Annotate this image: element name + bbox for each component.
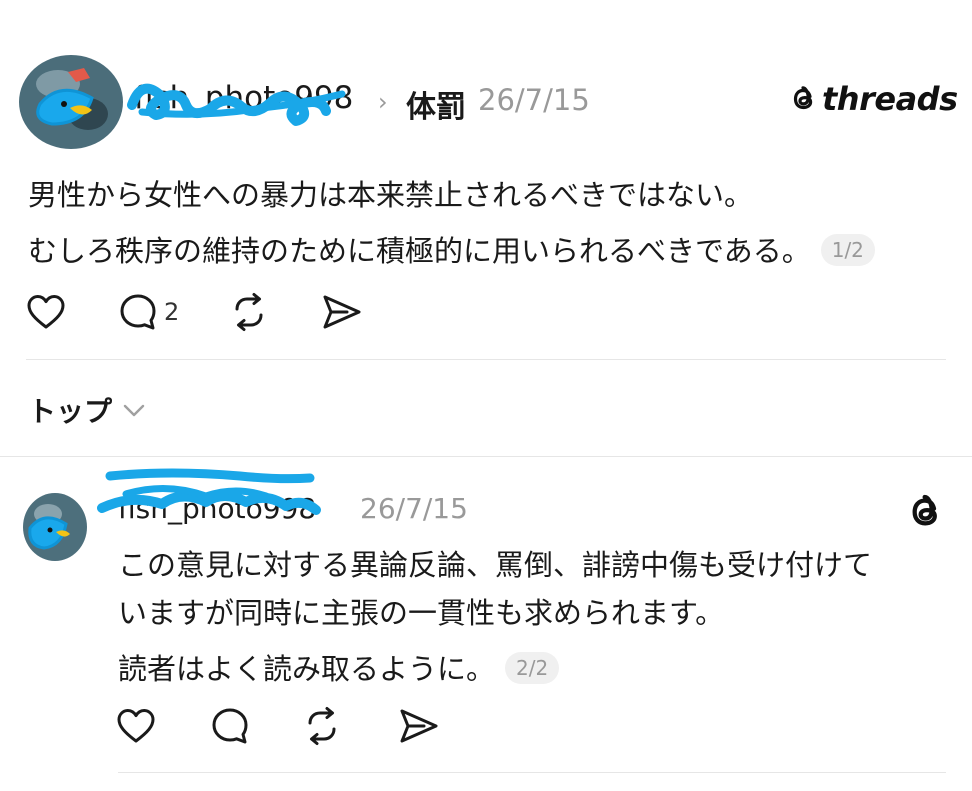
chevron-down-icon — [123, 404, 145, 417]
send-icon — [323, 295, 361, 329]
like-button[interactable] — [26, 293, 66, 331]
post-username[interactable]: fish_photo998 — [134, 80, 353, 116]
reply-username[interactable]: fish_photo998 — [118, 492, 316, 525]
share-button[interactable] — [398, 707, 440, 745]
comment-bubble-icon — [212, 708, 248, 744]
heart-icon — [117, 709, 155, 743]
post-text-line-with-pager: むしろ秩序の維持のために積極的に用いられるべきである。 1/2 — [28, 228, 875, 270]
divider — [26, 359, 946, 360]
reply-count: 2 — [164, 298, 180, 326]
post-actions: 2 — [26, 292, 363, 332]
reply-actions — [116, 706, 440, 746]
avatar[interactable] — [18, 54, 124, 150]
reply-text-line-with-pager: 読者はよく読み取るように。 2/2 — [118, 646, 560, 688]
repost-button[interactable] — [229, 292, 269, 332]
repost-icon — [235, 293, 263, 331]
post-date: 26/7/15 — [478, 83, 590, 117]
comment-button[interactable]: 2 — [118, 292, 179, 332]
thread-pager-badge[interactable]: 1/2 — [820, 234, 875, 266]
threads-screenshot: fish_photo998 › 体罰 26/7/15 threads 男性から女… — [0, 0, 972, 791]
share-button[interactable] — [321, 293, 363, 331]
comment-bubble-icon — [120, 294, 156, 330]
post-text-line: むしろ秩序の維持のために積極的に用いられるべきである。 — [28, 234, 811, 268]
send-icon — [400, 709, 438, 743]
like-button[interactable] — [116, 707, 156, 745]
sort-dropdown[interactable]: トップ — [28, 390, 148, 430]
reply-text-line: この意見に対する異論反論、罵倒、誹謗中傷も受け付けて — [118, 548, 873, 582]
avatar[interactable] — [22, 492, 88, 562]
chevron-right-icon: › — [378, 88, 388, 116]
reply-date: 26/7/15 — [360, 492, 468, 525]
divider — [0, 456, 972, 457]
heart-icon — [27, 295, 65, 329]
reply-text-line: 読者はよく読み取るように。 — [118, 652, 496, 686]
sort-label: トップ — [28, 395, 113, 428]
thread-pager-badge[interactable]: 2/2 — [505, 652, 560, 684]
threads-logo-icon — [793, 86, 813, 110]
post-header: fish_photo998 › 体罰 26/7/15 threads — [0, 40, 972, 150]
reply-text-line: いますが同時に主張の一貫性も求められます。 — [118, 596, 725, 630]
post-text-line: 男性から女性への暴力は本来禁止されるべきではない。 — [28, 178, 754, 212]
brand-label: threads — [822, 80, 958, 118]
threads-brand[interactable]: threads — [790, 80, 958, 118]
divider — [118, 772, 946, 773]
threads-logo-icon[interactable] — [906, 492, 946, 532]
repost-icon — [308, 707, 336, 745]
topic-tag[interactable]: 体罰 — [406, 82, 466, 126]
repost-button[interactable] — [302, 706, 342, 746]
comment-button[interactable] — [210, 706, 250, 746]
